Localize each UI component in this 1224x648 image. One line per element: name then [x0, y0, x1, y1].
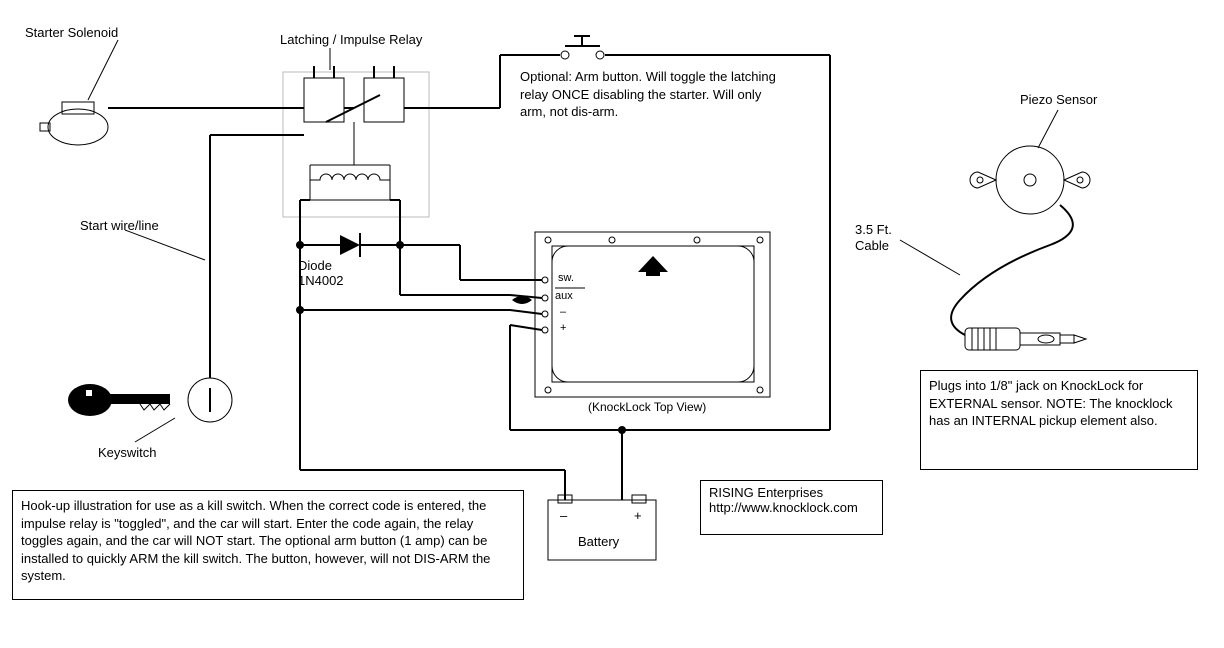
company-name: RISING Enterprises	[709, 485, 874, 500]
label-cable-len: 3.5 Ft.	[855, 222, 892, 237]
text-arm-button: Optional: Arm button. Will toggle the la…	[520, 68, 780, 121]
arm-button	[561, 36, 604, 59]
diode-1n4002	[296, 233, 404, 257]
label-cable-word: Cable	[855, 238, 889, 253]
label-latching-relay: Latching / Impulse Relay	[280, 32, 422, 47]
kterm-pos: +	[560, 322, 566, 334]
company-box: RISING Enterprises http://www.knocklock.…	[700, 480, 883, 535]
label-knocklock-caption: (KnockLock Top View)	[588, 400, 706, 414]
label-piezo-sensor: Piezo Sensor	[1020, 92, 1097, 107]
kterm-aux: aux	[555, 290, 573, 302]
text-piezo-note: Plugs into 1/8" jack on KnockLock for EX…	[929, 377, 1189, 430]
latching-relay	[290, 66, 418, 200]
piezo-note-box: Plugs into 1/8" jack on KnockLock for EX…	[920, 370, 1198, 470]
label-start-wire: Start wire/line	[80, 218, 159, 233]
text-hookup: Hook-up illustration for use as a kill s…	[13, 491, 523, 591]
knocklock-module	[510, 232, 770, 397]
label-starter-solenoid: Starter Solenoid	[25, 25, 118, 40]
audio-plug	[965, 328, 1086, 350]
company-url: http://www.knocklock.com	[709, 500, 874, 515]
label-battery: Battery	[578, 534, 619, 549]
battery	[548, 495, 656, 560]
label-diode-part: 1N4002	[298, 273, 344, 288]
starter-solenoid	[40, 102, 290, 145]
kterm-neg: –	[560, 306, 566, 318]
hookup-box: Hook-up illustration for use as a kill s…	[12, 490, 524, 600]
relay-outline	[283, 72, 429, 217]
keyswitch	[68, 135, 304, 422]
kterm-sw: sw.	[558, 272, 574, 284]
batt-neg: –	[560, 508, 567, 523]
label-diode: Diode	[298, 258, 332, 273]
label-keyswitch: Keyswitch	[98, 445, 157, 460]
piezo-cable	[951, 205, 1073, 335]
piezo-sensor	[970, 146, 1090, 214]
batt-pos: +	[634, 508, 642, 523]
